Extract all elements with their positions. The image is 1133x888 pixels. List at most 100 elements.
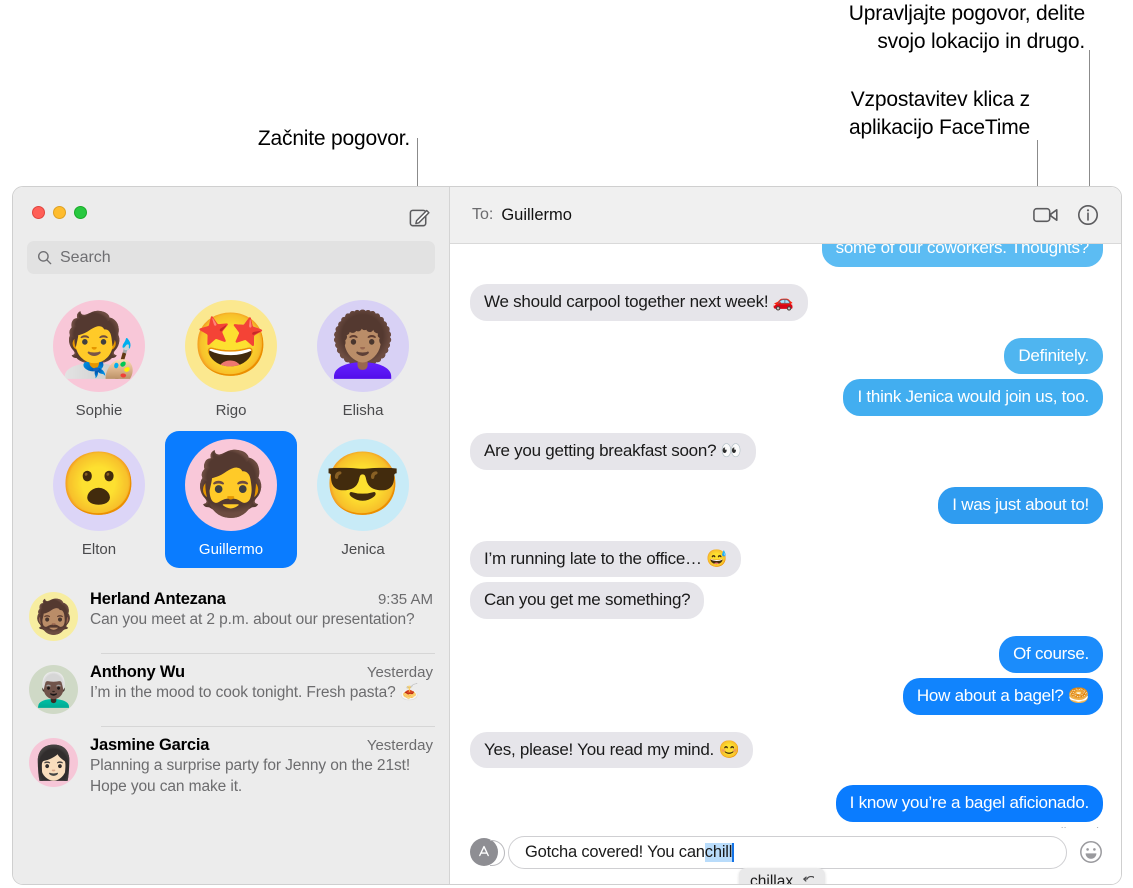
pinned-conversation-sophie[interactable]: 🧑‍🎨 Sophie: [33, 292, 165, 429]
message-bubble[interactable]: Definitely.: [1004, 337, 1103, 375]
search-placeholder: Search: [60, 248, 111, 266]
message-bubble[interactable]: I was just about to!: [938, 486, 1103, 524]
autocomplete-word: chillax: [750, 873, 794, 885]
conversation-body: Anthony Wu Yesterday I’m in the mood to co…: [90, 663, 433, 714]
conversation-timestamp: 9:35 AM: [377, 591, 433, 608]
message-bubble[interactable]: I know you’re a bagel aficionado.: [835, 785, 1103, 822]
avatar: 🤩: [185, 300, 277, 392]
app-store-button[interactable]: [470, 838, 505, 866]
undo-icon: [803, 875, 815, 884]
pinned-conversations: 🧑‍🎨 Sophie 🤩 Rigo 👩🏽‍🦱 Elisha 😮 Elton 🧔 Guillermo…: [13, 274, 449, 572]
conversation-header: To: Guillermo: [450, 187, 1121, 244]
message-row: Are you getting breakfast soon? 👀: [470, 433, 1103, 470]
info-circle-icon: [1078, 205, 1098, 225]
message-row: Of course.: [470, 636, 1103, 673]
avatar: 😮: [53, 439, 145, 531]
pinned-conversation-elisha[interactable]: 👩🏽‍🦱 Elisha: [297, 292, 429, 429]
pinned-conversation-elton[interactable]: 😮 Elton: [33, 431, 165, 568]
message-row: I was just about to!: [470, 486, 1103, 524]
message-bubble[interactable]: Can you get me something?: [470, 582, 705, 619]
message-bubble[interactable]: Are you getting breakfast soon? 👀: [470, 433, 756, 470]
message-row: We should carpool together next week! 🚗: [470, 283, 1103, 321]
compose-message-button[interactable]: [405, 204, 433, 232]
conversation-top-row: Anthony Wu Yesterday: [90, 663, 433, 682]
smiley-face-icon: [1080, 841, 1102, 863]
message-bubble[interactable]: I think Jenica would join us, too.: [843, 379, 1103, 416]
messages-window: Search 🧑‍🎨 Sophie 🤩 Rigo 👩🏽‍🦱 Elisha 😮 Elton 🧔 Gu…: [12, 186, 1122, 885]
conversation-preview: Planning a surprise party for Jenny on t…: [90, 757, 411, 795]
message-row: I know you’re a bagel aficionado.: [470, 785, 1103, 822]
conversation-name: Jasmine Garcia: [90, 736, 210, 754]
to-label: To:: [472, 206, 494, 223]
minimize-button[interactable]: [53, 206, 66, 219]
avatar: 🧑‍🎨: [53, 300, 145, 392]
message-thread[interactable]: some of our coworkers. Thoughts? We shoul…: [450, 244, 1121, 828]
conversation-top-row: Jasmine Garcia Yesterday: [90, 736, 433, 755]
pinned-conversation-label: Sophie: [75, 402, 123, 419]
message-bubble[interactable]: We should carpool together next week! 🚗: [470, 283, 808, 321]
screenshot-root: Začnite pogovor. Vzpostavitev klica z ap…: [0, 0, 1133, 888]
emoji-picker-button[interactable]: [1077, 838, 1105, 866]
callout-line-details: [1089, 50, 1091, 186]
conversation-timestamp: Yesterday: [366, 737, 433, 754]
conversation-top-row: Herland Antezana 9:35 AM: [90, 590, 433, 609]
message-bubble[interactable]: some of our coworkers. Thoughts?: [821, 244, 1103, 267]
compose-icon: [409, 209, 430, 226]
conversation-list: 🧔🏽 Herland Antezana 9:35 AM Can you meet at…: [13, 580, 449, 809]
avatar: 🧔🏽: [29, 592, 78, 641]
conversation-preview: I’m in the mood to cook tonight. Fresh p…: [90, 684, 420, 701]
pinned-conversation-label: Rigo: [215, 402, 247, 419]
message-input[interactable]: Gotcha covered! You can chill: [508, 835, 1067, 869]
facetime-button[interactable]: [1029, 200, 1063, 230]
pinned-conversation-jenica[interactable]: 😎 Jenica: [297, 431, 429, 568]
callout-facetime: Vzpostavitev klica z aplikacijo FaceTime: [849, 88, 1030, 140]
callout-line-facetime: [1037, 140, 1039, 186]
pinned-conversation-label: Elisha: [342, 402, 384, 419]
pinned-conversation-label: Jenica: [341, 541, 385, 558]
message-bubble[interactable]: I’m running late to the office… 😅: [470, 540, 742, 578]
sidebar: Search 🧑‍🎨 Sophie 🤩 Rigo 👩🏽‍🦱 Elisha 😮 Elton 🧔 Gu…: [13, 187, 450, 884]
avatar: 🧔: [185, 439, 277, 531]
conversation-name: Anthony Wu: [90, 663, 185, 681]
message-composer: Gotcha covered! You can chill chillax: [450, 828, 1121, 884]
details-button[interactable]: [1071, 200, 1105, 230]
message-row: Yes, please! You read my mind. 😊: [470, 731, 1103, 769]
input-selected-text: chill: [704, 842, 733, 862]
conversation-body: Herland Antezana 9:35 AM Can you meet at 2…: [90, 590, 433, 641]
search-container: Search: [13, 235, 449, 274]
video-camera-icon: [1033, 207, 1058, 223]
message-row: How about a bagel? 🥯: [470, 677, 1103, 715]
search-input[interactable]: Search: [27, 241, 435, 274]
conversation-list-item[interactable]: 👨🏿‍🦳 Anthony Wu Yesterday I’m in the mood t…: [13, 653, 449, 726]
pinned-conversation-label: Guillermo: [198, 541, 264, 558]
window-controls: [13, 187, 449, 235]
pinned-conversation-guillermo[interactable]: 🧔 Guillermo: [165, 431, 297, 568]
conversation-preview: Can you meet at 2 p.m. about our present…: [90, 611, 415, 628]
conversation-pane: To: Guillermo some of our coworkers. Tho…: [450, 187, 1121, 884]
input-prefix-text: Gotcha covered! You can: [525, 842, 705, 861]
callout-line-compose: [417, 138, 419, 186]
close-button[interactable]: [32, 206, 45, 219]
conversation-timestamp: Yesterday: [366, 664, 433, 681]
autocomplete-suggestion[interactable]: chillax: [739, 868, 826, 885]
message-row: I think Jenica would join us, too.: [470, 379, 1103, 416]
conversation-list-item[interactable]: 👩🏻 Jasmine Garcia Yesterday Planning a surp…: [13, 726, 449, 809]
message-bubble[interactable]: Of course.: [999, 636, 1103, 673]
message-row: Can you get me something?: [470, 582, 1103, 619]
avatar: 👩🏻: [29, 738, 78, 787]
recipient-name[interactable]: Guillermo: [501, 206, 572, 225]
message-bubble[interactable]: Yes, please! You read my mind. 😊: [470, 731, 754, 769]
conversation-list-item[interactable]: 🧔🏽 Herland Antezana 9:35 AM Can you meet at…: [13, 580, 449, 653]
conversation-body: Jasmine Garcia Yesterday Planning a surpri…: [90, 736, 433, 797]
callout-start-conversation: Začnite pogovor.: [257, 127, 410, 150]
message-row: some of our coworkers. Thoughts?: [470, 244, 1103, 267]
text-cursor: [732, 842, 735, 862]
callout-manage-conversation: Upravljajte pogovor, delite svojo lokaci…: [848, 2, 1085, 54]
message-row: I’m running late to the office… 😅: [470, 540, 1103, 578]
message-row: Definitely.: [470, 337, 1103, 375]
avatar: 👨🏿‍🦳: [29, 665, 78, 714]
zoom-button[interactable]: [74, 206, 87, 219]
app-store-icon: [479, 845, 489, 857]
pinned-conversation-rigo[interactable]: 🤩 Rigo: [165, 292, 297, 429]
message-bubble[interactable]: How about a bagel? 🥯: [902, 677, 1103, 715]
